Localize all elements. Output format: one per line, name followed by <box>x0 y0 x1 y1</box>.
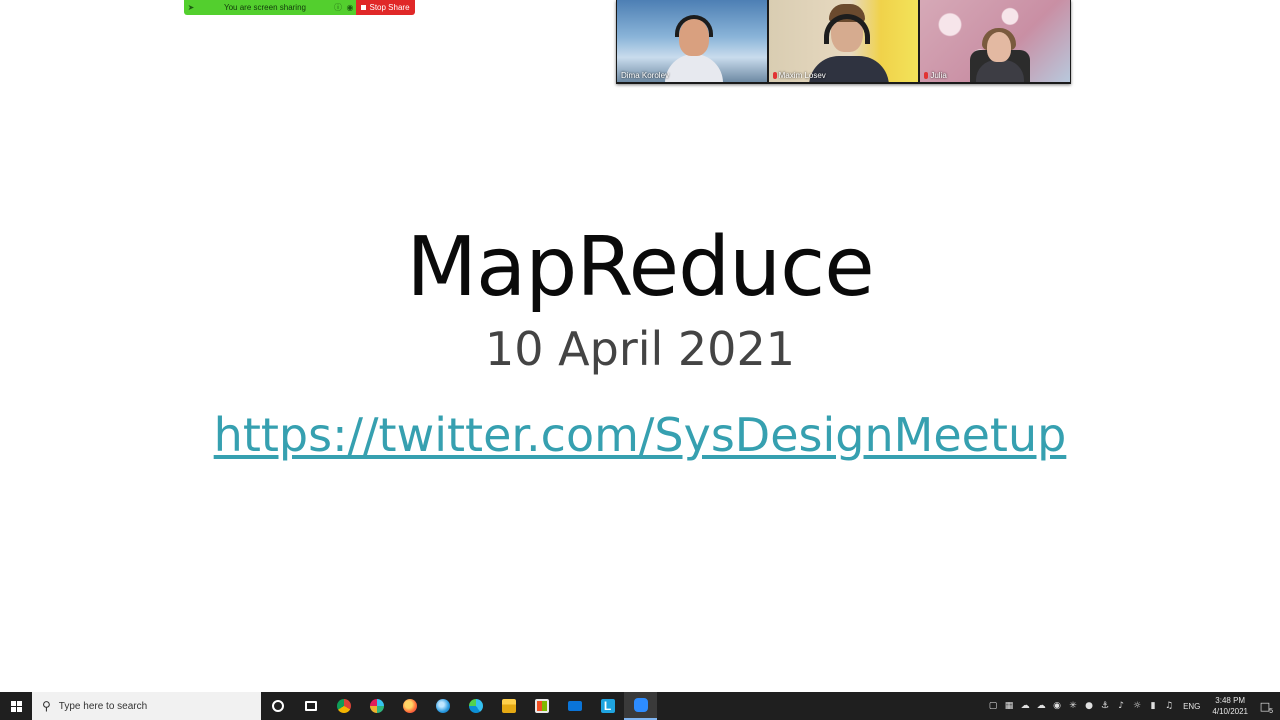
participant-tile[interactable]: Dima Korolev <box>617 0 767 82</box>
slide-link[interactable]: https://twitter.com/SysDesignMeetup <box>0 408 1280 462</box>
slack-icon[interactable] <box>360 692 393 720</box>
slack-tray-icon[interactable]: ✳ <box>1065 692 1081 720</box>
participant-name-text: Maxim Losev <box>778 71 826 80</box>
slide-date: 10 April 2021 <box>485 322 795 376</box>
system-tray: ▢ ▦ ☁ ☁ ◉ ✳ ● ⚓ ♪ ☼ ▮ ♫ ENG 3:48 PM 4/10… <box>985 692 1280 720</box>
edge-icon[interactable] <box>459 692 492 720</box>
battery-icon[interactable]: ▮ <box>1145 692 1161 720</box>
start-button[interactable] <box>0 692 32 720</box>
clock-date: 4/10/2021 <box>1212 707 1248 716</box>
search-placeholder: Type here to search <box>58 700 148 712</box>
participant-name: Dima Korolev <box>621 71 669 80</box>
volume-icon[interactable]: ♫ <box>1161 692 1177 720</box>
zoom-tray-icon[interactable]: ◉ <box>1049 692 1065 720</box>
participant-video <box>665 54 723 82</box>
share-status-text: You are screen sharing <box>224 3 306 12</box>
mic-muted-icon <box>772 72 777 79</box>
task-view-icon[interactable] <box>294 692 327 720</box>
participant-tile[interactable]: Julia <box>920 0 1071 82</box>
mail-icon[interactable] <box>558 692 591 720</box>
store-icon[interactable] <box>525 692 558 720</box>
taskbar: ⚲ Type here to search L ▢ ▦ ☁ ☁ ◉ ✳ ● ⚓ … <box>0 692 1280 720</box>
language-indicator[interactable]: ENG <box>1177 702 1206 711</box>
shield-icon[interactable]: ◉ <box>344 3 356 12</box>
participant-tile[interactable]: Maxim Losev <box>768 0 919 82</box>
participant-name-text: Dima Korolev <box>621 71 670 80</box>
stop-share-button[interactable]: Stop Share <box>356 0 415 15</box>
stop-share-label: Stop Share <box>369 3 410 12</box>
headset-icon <box>675 15 713 37</box>
onedrive-icon[interactable]: ☁ <box>1033 692 1049 720</box>
firefox-nightly-icon[interactable] <box>393 692 426 720</box>
pause-icon[interactable]: ⓘ <box>332 2 344 13</box>
windows-icon <box>10 700 22 712</box>
notification-icon[interactable]: □ 5 <box>1254 692 1276 720</box>
share-status-icon: ➤ <box>187 3 195 12</box>
pinned-apps: L <box>261 692 657 720</box>
search-icon: ⚲ <box>42 699 51 713</box>
presentation-slide: MapReduce 10 April 2021 https://twitter.… <box>0 90 1280 690</box>
stop-icon <box>361 5 367 10</box>
zoom-icon[interactable] <box>624 692 657 720</box>
participant-name: Maxim Losev <box>772 71 826 80</box>
fluent-app-icon[interactable] <box>426 692 459 720</box>
clock[interactable]: 3:48 PM 4/10/2021 <box>1206 695 1254 717</box>
microphone-icon[interactable]: ♪ <box>1113 692 1129 720</box>
participant-video <box>987 32 1012 62</box>
clock-time: 3:48 PM <box>1215 696 1246 705</box>
record-icon[interactable]: ● <box>1081 692 1097 720</box>
wifi-icon[interactable]: ☼ <box>1129 692 1145 720</box>
window-icon[interactable]: ▢ <box>985 692 1001 720</box>
cortana-icon[interactable] <box>261 692 294 720</box>
notification-count: 5 <box>1269 708 1273 715</box>
chrome-icon[interactable] <box>327 692 360 720</box>
participant-name-text: Julia <box>930 71 947 80</box>
cloud-icon[interactable]: ☁ <box>1017 692 1033 720</box>
app-tray-icon[interactable]: ▦ <box>1001 692 1017 720</box>
participant-name: Julia <box>924 71 947 80</box>
mic-muted-icon <box>924 72 929 79</box>
screen-share-bar: ➤ You are screen sharing ⓘ ◉ Stop Share <box>184 0 415 15</box>
video-gallery[interactable]: Dima Korolev Maxim Losev Julia <box>616 0 1071 84</box>
share-status-pill[interactable]: ➤ You are screen sharing ⓘ ◉ <box>184 0 356 15</box>
slide-title: MapReduce <box>406 220 874 315</box>
lens-icon[interactable]: L <box>591 692 624 720</box>
search-box[interactable]: ⚲ Type here to search <box>32 692 261 720</box>
docker-icon[interactable]: ⚓ <box>1097 692 1113 720</box>
file-explorer-icon[interactable] <box>492 692 525 720</box>
